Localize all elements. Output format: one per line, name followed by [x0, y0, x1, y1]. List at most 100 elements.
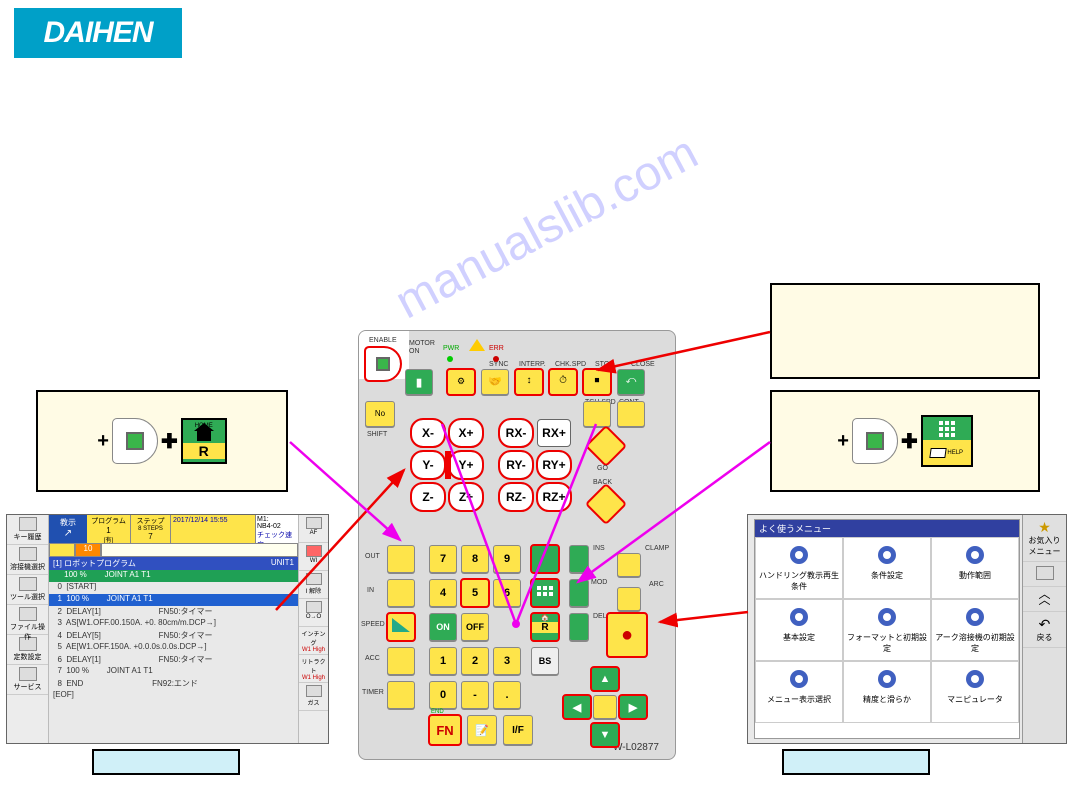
- jog-y-minus[interactable]: Y-: [411, 451, 445, 479]
- freq-cell[interactable]: マニピュレータ: [931, 661, 1019, 723]
- clamp-button[interactable]: [617, 553, 641, 577]
- state-button-2[interactable]: [531, 579, 559, 607]
- enable-button[interactable]: [365, 347, 401, 381]
- left-icon-history[interactable]: キー履歴: [7, 515, 48, 545]
- tchspd-button[interactable]: [583, 401, 611, 427]
- ins-button[interactable]: [569, 545, 589, 573]
- key-4[interactable]: 4: [429, 579, 457, 607]
- freq-cell[interactable]: 動作範囲: [931, 537, 1019, 599]
- dpad-up[interactable]: ▲: [591, 667, 619, 691]
- rec-button[interactable]: ●: [607, 613, 647, 657]
- key-6[interactable]: 6: [493, 579, 521, 607]
- row80: 10: [49, 543, 298, 557]
- close-button[interactable]: ⤺: [617, 369, 645, 395]
- plus-sign: +: [97, 430, 109, 453]
- sync-button[interactable]: 🤝: [481, 369, 509, 395]
- timer-button[interactable]: [387, 681, 415, 709]
- ri-gas[interactable]: ガス: [299, 683, 328, 711]
- prog-line: 4 DELAY[5] FN50:タイマー: [49, 630, 298, 642]
- key-on[interactable]: ON: [429, 613, 457, 641]
- left-icon-welder[interactable]: 溶接機選択: [7, 545, 48, 575]
- jog-rx-plus[interactable]: RX+: [537, 419, 571, 447]
- jog-rz-minus[interactable]: RZ-: [499, 483, 533, 511]
- ri-af[interactable]: AF: [299, 515, 328, 543]
- shift-label: SHIFT: [367, 431, 387, 438]
- edit-button[interactable]: 📝: [467, 715, 497, 745]
- jog-ry-plus[interactable]: RY+: [537, 451, 571, 479]
- dpad-center[interactable]: [593, 695, 617, 719]
- freq-cell[interactable]: フォーマットと初期設定: [843, 599, 931, 661]
- key-1[interactable]: 1: [429, 647, 457, 675]
- if-button[interactable]: I/F: [503, 715, 533, 745]
- key-9[interactable]: 9: [493, 545, 521, 573]
- out-button[interactable]: [387, 545, 415, 573]
- sidebar-back[interactable]: ↶戻る: [1023, 612, 1066, 648]
- motor-on-button[interactable]: ▮: [405, 369, 433, 395]
- ri-ret[interactable]: リトラクトW1 High: [299, 655, 328, 683]
- sidebar-fav[interactable]: ★お気入りメニュー: [1023, 515, 1066, 562]
- left-icon-tool[interactable]: ツール選択: [7, 575, 48, 605]
- key-0[interactable]: 0: [429, 681, 457, 709]
- freq-cell[interactable]: メニュー表示選択: [755, 661, 843, 723]
- key-7[interactable]: 7: [429, 545, 457, 573]
- state-button-1[interactable]: [531, 545, 559, 573]
- jog-x-plus[interactable]: X+: [449, 419, 483, 447]
- ri-oo[interactable]: O→O: [299, 599, 328, 627]
- program-listing: 100 % JOINT A1 T1 0 [START] 1 100 % JOIN…: [49, 570, 298, 702]
- key-3[interactable]: 3: [493, 647, 521, 675]
- enable-button-combo: [852, 418, 898, 464]
- key-8[interactable]: 8: [461, 545, 489, 573]
- prog-line: 100 % JOINT A1 T1: [49, 570, 298, 582]
- freq-cell[interactable]: 基本設定: [755, 599, 843, 661]
- freq-cell[interactable]: ハンドリング教示再生条件: [755, 537, 843, 599]
- dpad-left[interactable]: ◀: [563, 695, 591, 719]
- sidebar-blank[interactable]: [1023, 562, 1066, 587]
- ri-wi[interactable]: WI: [299, 543, 328, 571]
- prog-line: [EOF]: [49, 690, 298, 702]
- ri-irel[interactable]: I 解除: [299, 571, 328, 599]
- plus-sign: +: [837, 430, 849, 453]
- jog-ry-minus[interactable]: RY-: [499, 451, 533, 479]
- left-icon-service[interactable]: サービス: [7, 665, 48, 695]
- key-minus[interactable]: -: [461, 681, 489, 709]
- jog-y-plus[interactable]: Y+: [449, 451, 483, 479]
- acc-button[interactable]: [387, 647, 415, 675]
- prog-line: 7 100 % JOINT A1 T1: [49, 666, 298, 678]
- key-bs[interactable]: BS: [531, 647, 559, 675]
- ri-inch[interactable]: インチングW1 High: [299, 627, 328, 655]
- go-button[interactable]: [585, 425, 627, 467]
- plus-icon: ✚: [901, 429, 918, 454]
- fn-button[interactable]: FN: [429, 715, 461, 745]
- stop-button[interactable]: ⏹: [583, 369, 611, 395]
- home-r-button-pendant[interactable]: 🏠R: [531, 613, 559, 641]
- del-button[interactable]: [569, 613, 589, 641]
- mod-button[interactable]: [569, 579, 589, 607]
- coord-button[interactable]: ⚙: [447, 369, 475, 395]
- jog-z-plus[interactable]: Z+: [449, 483, 483, 511]
- key-5[interactable]: 5: [461, 579, 489, 607]
- key-2[interactable]: 2: [461, 647, 489, 675]
- jog-x-minus[interactable]: X-: [411, 419, 445, 447]
- no-button[interactable]: No: [365, 401, 395, 427]
- key-dot[interactable]: .: [493, 681, 521, 709]
- dpad-right[interactable]: ▶: [619, 695, 647, 719]
- chkspd-button[interactable]: ⏱: [549, 369, 577, 395]
- jog-rx-minus[interactable]: RX-: [499, 419, 533, 447]
- freq-cell[interactable]: アーク溶接機の初期設定: [931, 599, 1019, 661]
- screen-left-header: 教示↗ プログラム1[有] ステップ8 STEPS7 2017/12/14 15…: [49, 515, 298, 543]
- arc-button[interactable]: [617, 587, 641, 611]
- in-button[interactable]: [387, 579, 415, 607]
- jog-rz-plus[interactable]: RZ+: [537, 483, 571, 511]
- interp-button[interactable]: ↕: [515, 369, 543, 395]
- jog-z-minus[interactable]: Z-: [411, 483, 445, 511]
- speed-button[interactable]: [387, 613, 415, 641]
- left-icon-file[interactable]: ファイル操作: [7, 605, 48, 635]
- freq-cell[interactable]: 条件設定: [843, 537, 931, 599]
- cont-button[interactable]: [617, 401, 645, 427]
- back-button[interactable]: [585, 483, 627, 525]
- sidebar-up[interactable]: ︿︿: [1023, 587, 1066, 612]
- key-off[interactable]: OFF: [461, 613, 489, 641]
- dpad-down[interactable]: ▼: [591, 723, 619, 747]
- freq-cell[interactable]: 精度と滑らか: [843, 661, 931, 723]
- err-led: [493, 356, 499, 362]
